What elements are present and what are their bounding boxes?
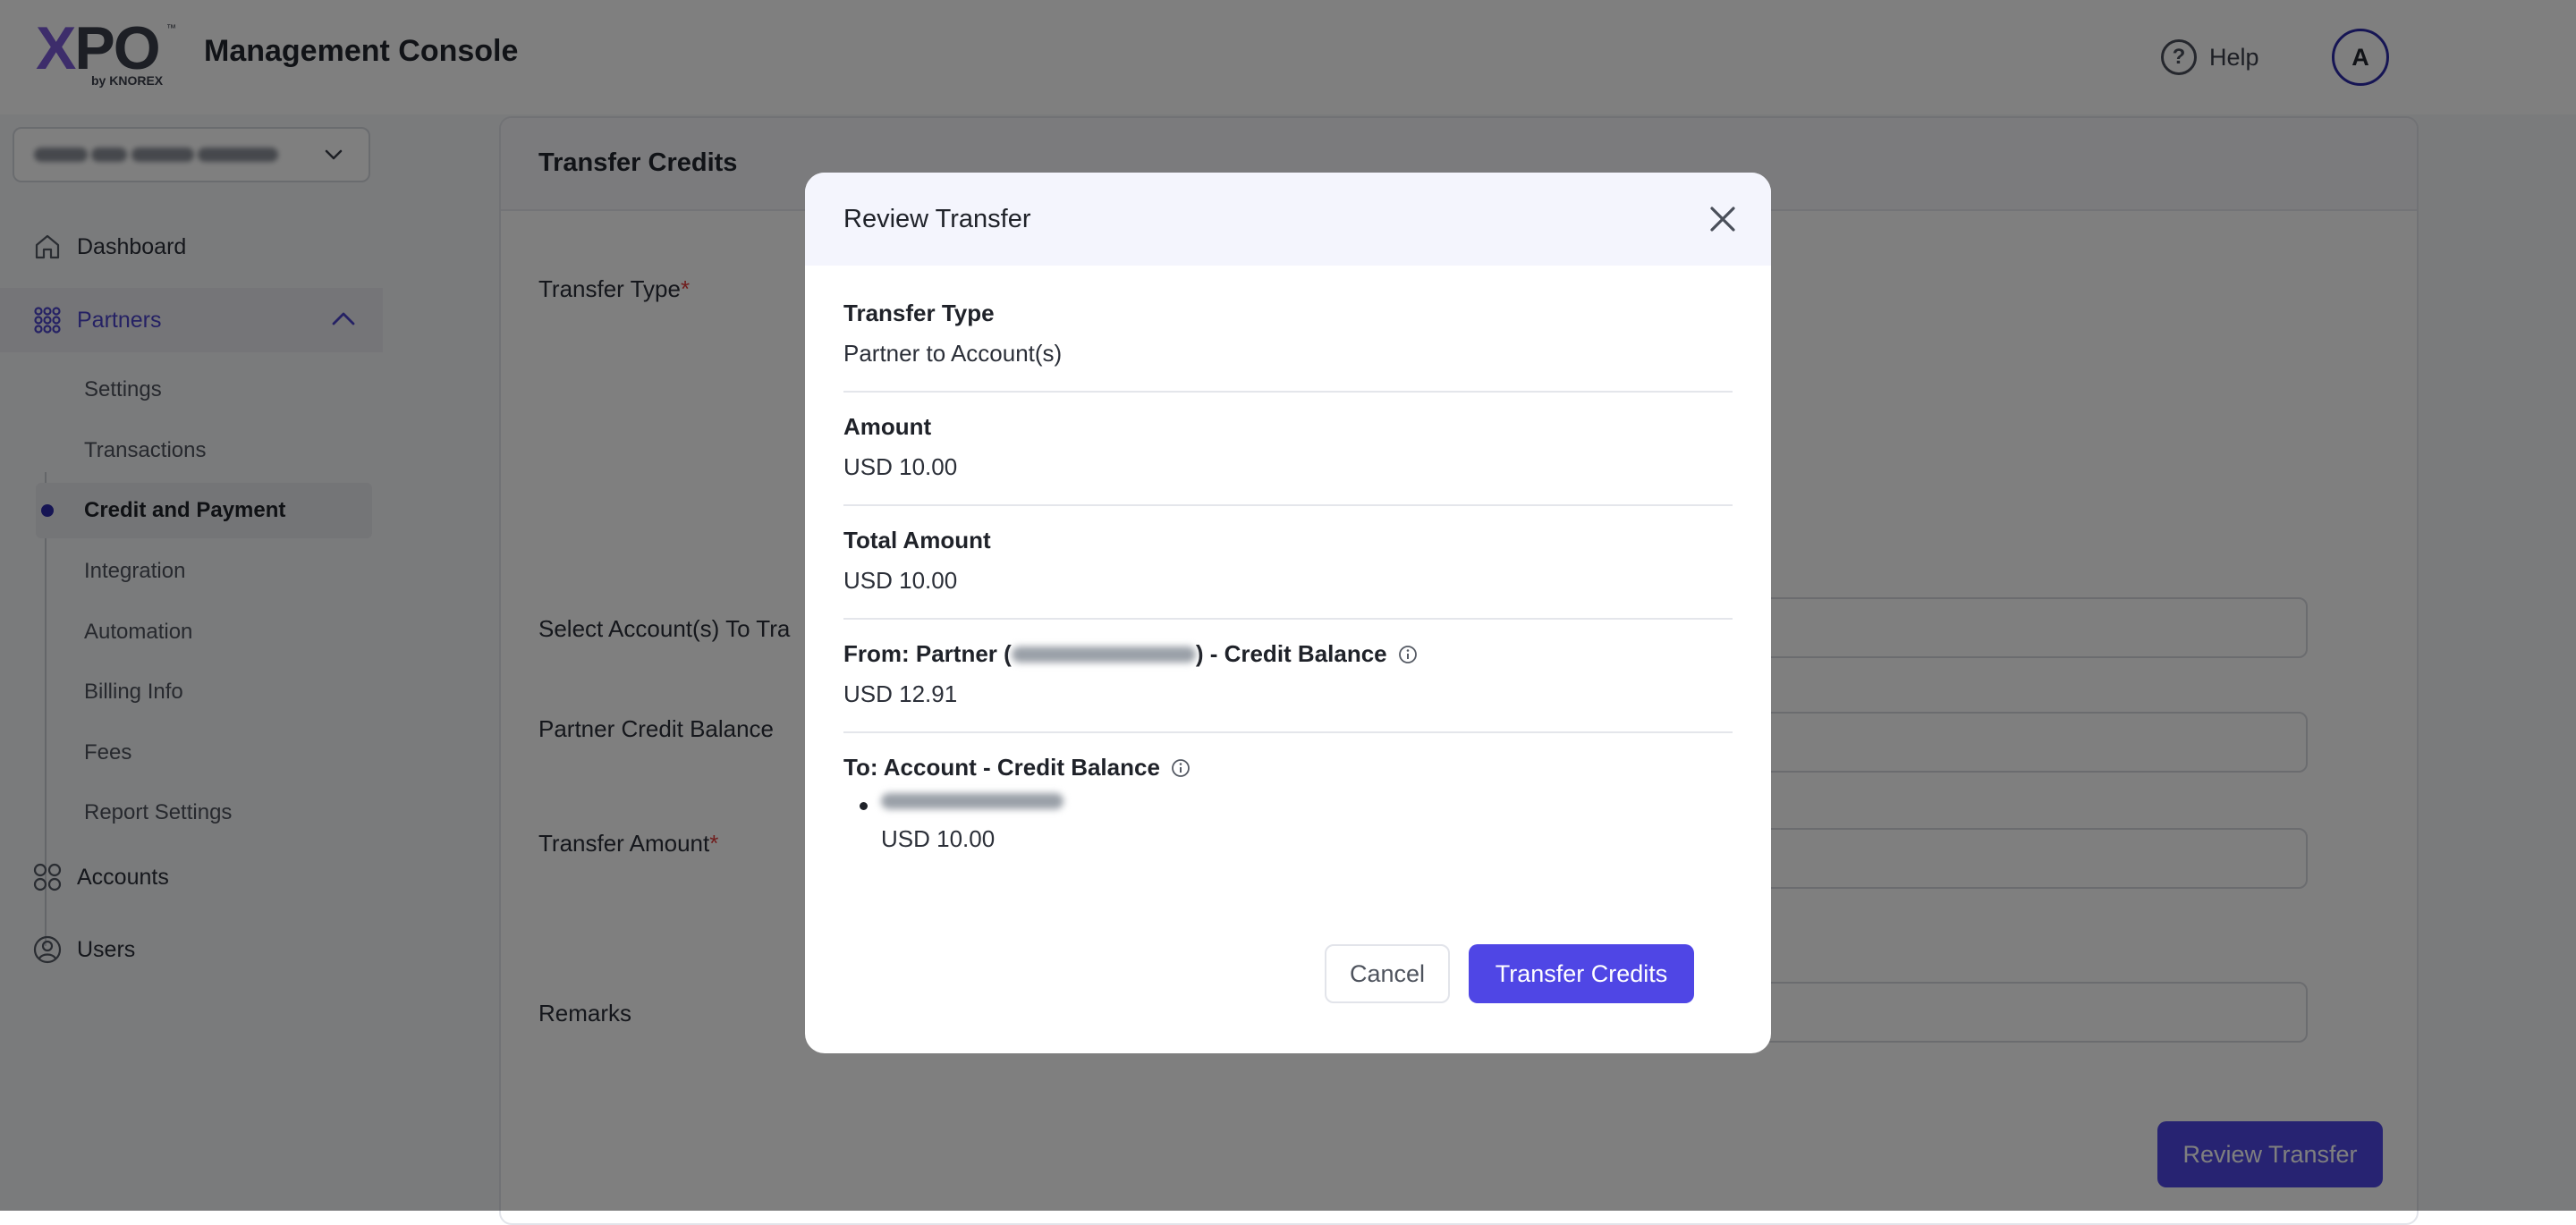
transfer-type-section: Transfer Type Partner to Account(s) (843, 300, 1063, 367)
divider (843, 731, 1733, 733)
info-circle-icon[interactable] (1398, 645, 1418, 664)
modal-header: Review Transfer (805, 173, 1771, 266)
from-partner-section: From: Partner ( ) - Credit Balance USD 1… (843, 640, 1733, 708)
account-name-blurred (881, 793, 1063, 809)
info-circle-icon[interactable] (1171, 758, 1191, 778)
amount-section: Amount USD 10.00 (843, 413, 958, 480)
bullet (860, 802, 868, 810)
cancel-button[interactable]: Cancel (1325, 944, 1450, 1003)
divider (843, 391, 1733, 393)
divider (843, 618, 1733, 620)
partner-name-blurred (1011, 646, 1196, 663)
review-transfer-modal: Review Transfer Transfer Type Partner to… (805, 173, 1771, 1053)
divider (843, 504, 1733, 506)
close-icon[interactable] (1705, 201, 1741, 237)
to-account-section: To: Account - Credit Balance (843, 754, 1733, 781)
modal-title: Review Transfer (843, 205, 1031, 233)
transfer-credits-button[interactable]: Transfer Credits (1469, 944, 1694, 1003)
total-amount-section: Total Amount USD 10.00 (843, 527, 991, 594)
